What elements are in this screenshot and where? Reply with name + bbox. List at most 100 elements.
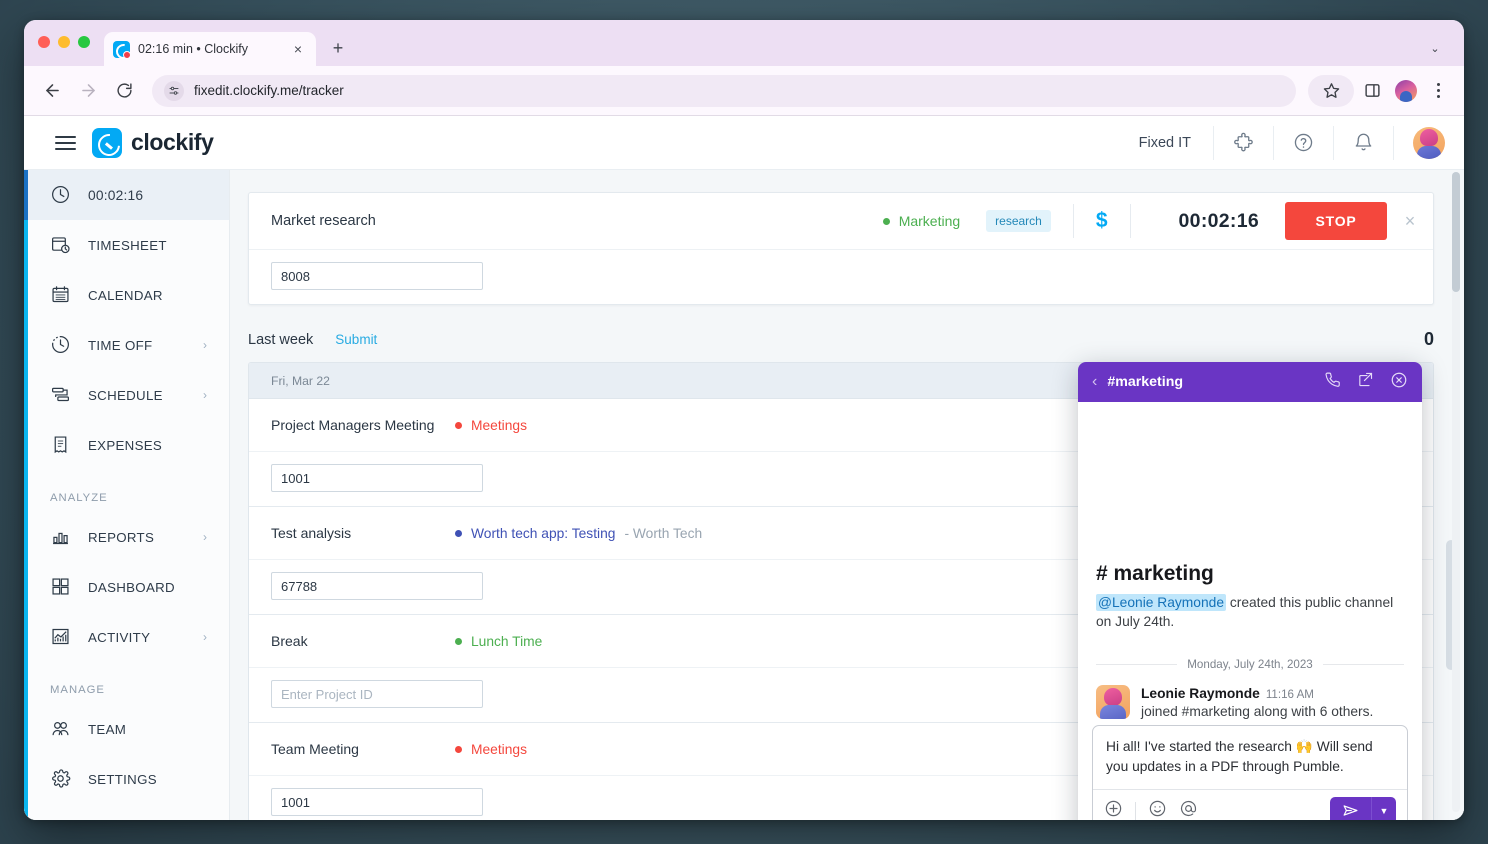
clockify-logo[interactable]: clockify	[92, 128, 213, 158]
date-divider: Monday, July 24th, 2023	[1096, 658, 1404, 671]
week-summary-bar: Last week Submit 0	[230, 305, 1464, 362]
sidebar-item-label: TIME OFF	[88, 338, 152, 353]
chevron-right-icon: ›	[203, 338, 207, 352]
chevron-right-icon: ›	[203, 388, 207, 402]
entry-description[interactable]: Break	[271, 633, 455, 649]
sidebar-item-team[interactable]: TEAM	[24, 704, 229, 754]
profile-avatar[interactable]	[1390, 75, 1422, 107]
stop-button[interactable]: STOP	[1285, 202, 1387, 240]
forward-icon	[72, 75, 104, 107]
browser-tab-title: 02:16 min • Clockify	[138, 42, 281, 56]
sidebar-item-time-off[interactable]: TIME OFF ›	[24, 320, 229, 370]
entry-client-name: - Worth Tech	[624, 526, 702, 541]
chat-back-icon[interactable]: ‹	[1092, 373, 1097, 391]
page-scrollbar[interactable]	[1452, 172, 1460, 812]
message-timestamp: 11:16 AM	[1266, 688, 1314, 701]
entry-description[interactable]: Team Meeting	[271, 741, 455, 757]
submit-week-link[interactable]: Submit	[335, 332, 377, 347]
browser-tab[interactable]: 02:16 min • Clockify ×	[104, 32, 316, 66]
sidebar-item-schedule[interactable]: SCHEDULE ›	[24, 370, 229, 420]
sidebar-item-label: DASHBOARD	[88, 580, 175, 595]
avatar	[1413, 127, 1445, 159]
entry-description[interactable]: Project Managers Meeting	[271, 417, 455, 433]
time-off-icon	[50, 334, 72, 356]
reload-icon[interactable]	[108, 75, 140, 107]
team-icon	[50, 718, 72, 740]
divider	[1073, 204, 1074, 238]
mention-icon[interactable]	[1179, 799, 1198, 821]
new-tab-button[interactable]: +	[326, 36, 350, 60]
project-color-dot	[455, 746, 462, 753]
menu-toggle-icon[interactable]	[42, 136, 88, 150]
send-button[interactable]	[1330, 797, 1372, 821]
emoji-icon[interactable]	[1148, 799, 1167, 821]
billable-dollar-icon[interactable]: $	[1096, 209, 1108, 233]
sidebar-item-reports[interactable]: REPORTS ›	[24, 512, 229, 562]
week-label: Last week	[248, 332, 313, 348]
sidebar-section-analyze: ANALYZE	[24, 470, 229, 512]
bookmark-star-icon[interactable]	[1308, 75, 1354, 107]
browser-toolbar: fixedit.clockify.me/tracker	[24, 66, 1464, 116]
sidebar-item-calendar[interactable]: CALENDAR	[24, 270, 229, 320]
open-external-icon[interactable]	[1357, 371, 1374, 393]
sidebar-item-activity[interactable]: ACTIVITY ›	[24, 612, 229, 662]
clockify-logo-text: clockify	[131, 129, 213, 156]
address-bar[interactable]: fixedit.clockify.me/tracker	[152, 75, 1296, 107]
project-id-input[interactable]	[271, 464, 483, 492]
close-icon[interactable]	[1390, 371, 1408, 394]
window-traffic-lights	[38, 20, 90, 66]
chat-popup: ‹ #marketing # marketing	[1078, 362, 1422, 820]
sidebar-item-clients[interactable]: CLIENTS	[24, 804, 229, 820]
user-mention[interactable]: @Leonie Raymonde	[1096, 594, 1226, 611]
clock-icon	[50, 184, 72, 206]
close-window-button[interactable]	[38, 36, 50, 48]
sidebar-item-dashboard[interactable]: DASHBOARD	[24, 562, 229, 612]
site-settings-icon[interactable]	[164, 81, 184, 101]
close-tab-icon[interactable]: ×	[289, 40, 307, 58]
minimize-window-button[interactable]	[58, 36, 70, 48]
help-icon[interactable]	[1273, 126, 1333, 160]
integrations-puzzle-icon[interactable]	[1213, 126, 1273, 160]
chat-message-list[interactable]: # marketing @Leonie Raymonde created thi…	[1078, 402, 1422, 725]
entry-description[interactable]: Test analysis	[271, 525, 455, 541]
side-panel-icon[interactable]	[1356, 75, 1388, 107]
workspace-name[interactable]: Fixed IT	[1117, 135, 1213, 151]
maximize-window-button[interactable]	[78, 36, 90, 48]
url-text: fixedit.clockify.me/tracker	[194, 83, 344, 98]
timer-row: Market research Marketing research $ 00:…	[249, 193, 1433, 249]
timer-elapsed[interactable]: 00:02:16	[1153, 210, 1285, 233]
week-total: 0	[1424, 329, 1434, 350]
message-author: Leonie Raymonde	[1141, 686, 1260, 701]
sidebar-item-expenses[interactable]: EXPENSES	[24, 420, 229, 470]
calendar-icon	[50, 284, 72, 306]
add-attachment-icon[interactable]	[1104, 799, 1123, 821]
sidebar-item-tracker[interactable]: 00:02:16	[24, 170, 229, 220]
project-color-dot	[455, 422, 462, 429]
sidebar-item-label: TEAM	[88, 722, 126, 737]
timer-project-name: Marketing	[899, 213, 960, 229]
sidebar-item-settings[interactable]: SETTINGS	[24, 754, 229, 804]
notifications-bell-icon[interactable]	[1333, 126, 1393, 160]
timer-tag-chip[interactable]: research	[986, 210, 1051, 232]
message-input[interactable]: Hi all! I've started the research 🙌 Will…	[1093, 726, 1407, 789]
back-icon[interactable]	[36, 75, 68, 107]
browser-menu-icon[interactable]	[1424, 75, 1452, 107]
chevron-right-icon: ›	[203, 530, 207, 544]
call-icon[interactable]	[1324, 371, 1341, 393]
project-id-input[interactable]	[271, 572, 483, 600]
sidebar-item-timesheet[interactable]: TIMESHEET	[24, 220, 229, 270]
activity-icon	[50, 626, 72, 648]
tab-list-chevron-icon[interactable]: ⌄	[1422, 35, 1448, 61]
toolbar-actions	[1308, 75, 1452, 107]
timesheet-icon	[50, 234, 72, 256]
project-id-input[interactable]	[271, 262, 483, 290]
user-avatar-button[interactable]	[1393, 126, 1464, 160]
close-icon[interactable]: ×	[1387, 211, 1433, 232]
timer-custom-field-row	[249, 249, 1433, 304]
send-options-caret-icon[interactable]: ▼	[1372, 797, 1396, 821]
timer-description-input[interactable]: Market research	[271, 213, 883, 229]
chat-composer: Hi all! I've started the research 🙌 Will…	[1078, 725, 1422, 820]
project-id-input[interactable]	[271, 788, 483, 816]
timer-project-selector[interactable]: Marketing	[883, 213, 986, 229]
project-id-input[interactable]	[271, 680, 483, 708]
